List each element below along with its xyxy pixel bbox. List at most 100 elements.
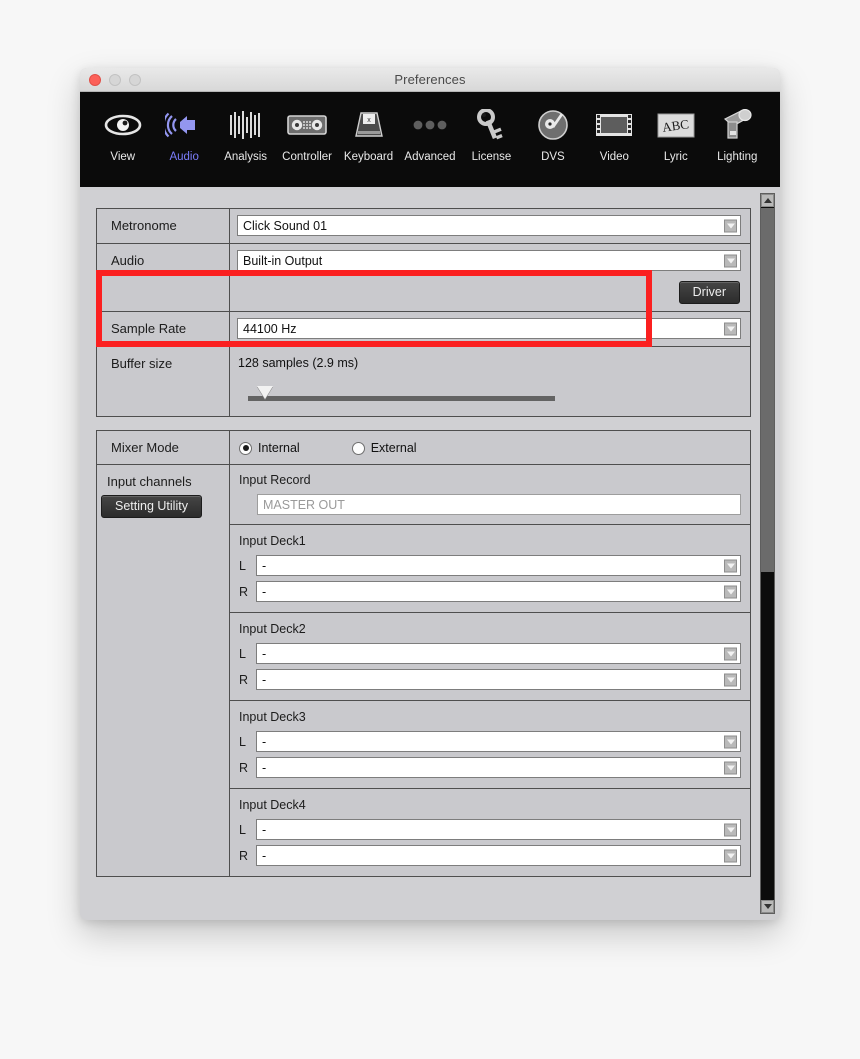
input-record-value: MASTER OUT (263, 497, 345, 512)
toolbar-label-advanced: Advanced (404, 151, 456, 163)
chevron-down-icon[interactable] (724, 585, 737, 598)
toolbar-item-lighting[interactable]: Lighting (707, 105, 768, 163)
input-deck3: Input Deck3 L - R - (230, 701, 750, 789)
input-deck4-left-value: - (262, 822, 267, 837)
chevron-down-icon[interactable] (724, 849, 737, 862)
toolbar-item-controller[interactable]: Controller (276, 105, 337, 163)
metronome-value: Click Sound 01 (243, 218, 328, 233)
input-deck4-left-select[interactable]: - (256, 819, 741, 840)
sample-rate-row: Sample Rate 44100 Hz (97, 312, 750, 347)
setting-utility-button[interactable]: Setting Utility (101, 495, 202, 518)
traffic-lights (89, 74, 141, 86)
input-record-title: Input Record (239, 473, 311, 487)
input-deck4-right-key: R (239, 848, 249, 863)
scrollbar-thumb[interactable] (761, 208, 774, 572)
chevron-down-icon[interactable] (724, 647, 737, 660)
scroll-down-icon[interactable] (761, 900, 774, 913)
input-deck3-title: Input Deck3 (239, 710, 306, 724)
buffer-size-body: 128 samples (2.9 ms) (230, 347, 750, 416)
mixer-channels-group: Mixer Mode Internal External Input chann… (96, 430, 751, 877)
chevron-down-icon[interactable] (724, 761, 737, 774)
buffer-size-slider[interactable] (248, 386, 555, 403)
input-channels-label: Input channels (107, 474, 192, 489)
toolbar-label-lighting: Lighting (717, 151, 758, 163)
input-channels-right: Input Record MASTER OUT Input Deck1 L - … (230, 465, 750, 876)
metronome-body: Click Sound 01 (230, 209, 750, 243)
preferences-toolbar: View Audio Analysis Controller x Keyboar… (80, 92, 780, 187)
mixer-mode-label: Mixer Mode (97, 431, 230, 464)
chevron-down-icon[interactable] (724, 219, 737, 232)
filmstrip-icon (595, 105, 633, 145)
toolbar-label-analysis: Analysis (224, 151, 268, 163)
toolbar-item-keyboard[interactable]: x Keyboard (338, 105, 399, 163)
input-deck1-right-value: - (262, 584, 267, 599)
input-deck4-right-select[interactable]: - (256, 845, 741, 866)
metronome-label: Metronome (97, 209, 230, 243)
sample-rate-select[interactable]: 44100 Hz (237, 318, 741, 339)
toolbar-item-video[interactable]: Video (584, 105, 645, 163)
input-channels-left: Input channels Setting Utility (97, 465, 230, 876)
input-deck1-right-key: R (239, 584, 249, 599)
input-record-field[interactable]: MASTER OUT (257, 494, 741, 515)
chevron-down-icon[interactable] (724, 735, 737, 748)
close-button-icon[interactable] (89, 74, 101, 86)
ellipsis-icon (410, 105, 450, 145)
radio-internal[interactable]: Internal (239, 441, 300, 455)
setting-utility-wrap: Setting Utility (97, 489, 229, 526)
input-deck1: Input Deck1 L - R - (230, 525, 750, 613)
scroll-up-icon[interactable] (761, 194, 774, 207)
toolbar-item-lyric[interactable]: ABC Lyric (645, 105, 706, 163)
input-deck2-left-value: - (262, 646, 267, 661)
input-deck2-right-select[interactable]: - (256, 669, 741, 690)
metronome-row: Metronome Click Sound 01 (97, 209, 750, 244)
zoom-button-icon[interactable] (129, 74, 141, 86)
input-deck4-left-key: L (239, 822, 246, 837)
input-deck4-right-value: - (262, 848, 267, 863)
chevron-down-icon[interactable] (724, 673, 737, 686)
input-deck1-left-key: L (239, 558, 246, 573)
toolbar-label-lyric: Lyric (663, 151, 688, 163)
controller-icon (287, 105, 327, 145)
toolbar-label-keyboard: Keyboard (343, 151, 394, 163)
radio-external-label: External (370, 441, 417, 455)
toolbar-item-audio[interactable]: Audio (153, 105, 214, 163)
audio-device-group: Metronome Click Sound 01 Audio Built-in … (96, 208, 751, 417)
speaker-icon (165, 105, 203, 145)
input-deck3-right-select[interactable]: - (256, 757, 741, 778)
input-deck3-left-select[interactable]: - (256, 731, 741, 752)
buffer-size-label: Buffer size (97, 347, 230, 416)
toolbar-item-advanced[interactable]: Advanced (399, 105, 460, 163)
chevron-down-icon[interactable] (724, 254, 737, 267)
buffer-size-row: Buffer size 128 samples (2.9 ms) (97, 347, 750, 416)
input-deck2-left-select[interactable]: - (256, 643, 741, 664)
toolbar-item-dvs[interactable]: DVS (522, 105, 583, 163)
content-scrollbar[interactable] (760, 193, 775, 914)
minimize-button-icon[interactable] (109, 74, 121, 86)
preferences-content: Metronome Click Sound 01 Audio Built-in … (80, 187, 780, 920)
input-deck3-left-key: L (239, 734, 246, 749)
input-deck1-left-row: L - (239, 555, 741, 576)
input-deck1-left-select[interactable]: - (256, 555, 741, 576)
input-deck4-right-row: R - (239, 845, 741, 866)
toolbar-item-license[interactable]: License (461, 105, 522, 163)
input-deck1-right-select[interactable]: - (256, 581, 741, 602)
toolbar-label-dvs: DVS (541, 151, 565, 163)
toolbar-item-view[interactable]: View (92, 105, 153, 163)
toolbar-item-analysis[interactable]: Analysis (215, 105, 276, 163)
radio-external[interactable]: External (351, 441, 417, 455)
input-deck3-right-value: - (262, 760, 267, 775)
slider-thumb[interactable] (257, 386, 273, 399)
audio-device-select[interactable]: Built-in Output (237, 250, 741, 271)
chevron-down-icon[interactable] (724, 322, 737, 335)
radio-external-dot (351, 441, 365, 455)
buffer-size-value: 128 samples (2.9 ms) (238, 356, 359, 370)
mixer-mode-radio-group: Internal External (237, 437, 741, 455)
keyboard-icon: x (352, 105, 386, 145)
audio-body: Built-in Output Driver (230, 244, 750, 311)
chevron-down-icon[interactable] (724, 559, 737, 572)
metronome-select[interactable]: Click Sound 01 (237, 215, 741, 236)
driver-button-row: Driver (237, 281, 741, 304)
chevron-down-icon[interactable] (724, 823, 737, 836)
input-deck2: Input Deck2 L - R - (230, 613, 750, 701)
driver-button[interactable]: Driver (678, 281, 740, 304)
